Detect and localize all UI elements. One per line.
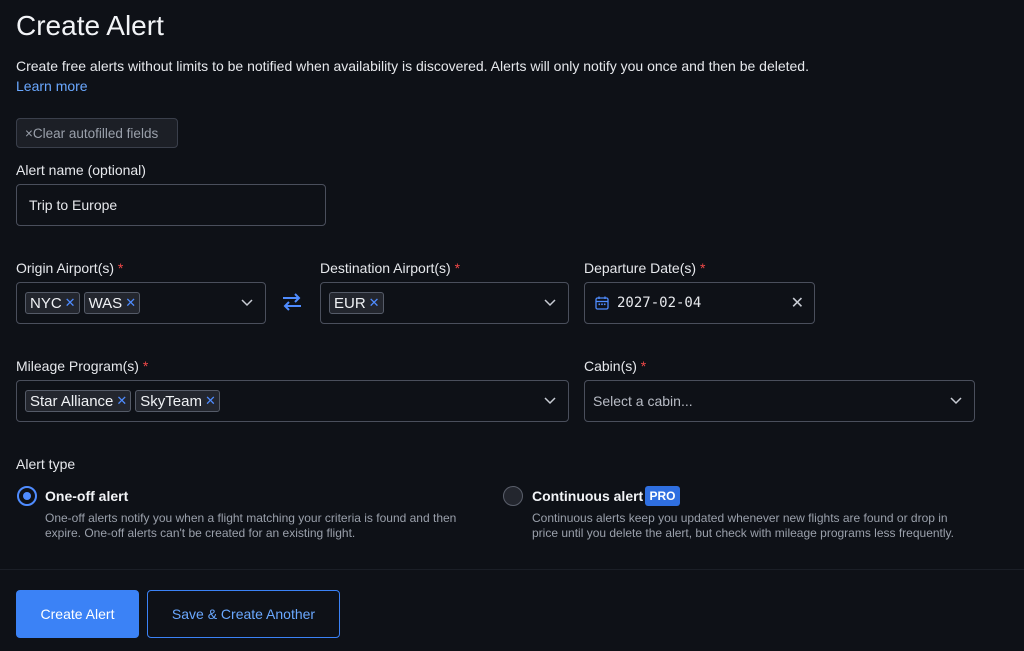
divider bbox=[0, 569, 1024, 570]
alert-name-input[interactable]: Trip to Europe bbox=[16, 184, 326, 226]
one-off-description: One-off alerts notify you when a flight … bbox=[45, 511, 457, 540]
required-marker: * bbox=[454, 260, 461, 276]
mileage-select[interactable]: Star Alliance ✕ SkyTeam ✕ bbox=[16, 380, 569, 422]
continuous-title[interactable]: Continuous alert bbox=[532, 488, 643, 504]
pro-badge: PRO bbox=[645, 486, 680, 506]
alert-type-label: Alert type bbox=[16, 456, 76, 472]
origin-select[interactable]: NYC ✕ WAS ✕ bbox=[16, 282, 266, 324]
create-alert-button[interactable]: Create Alert bbox=[16, 590, 139, 638]
remove-chip-icon[interactable]: ✕ bbox=[116, 393, 127, 409]
chevron-down-icon[interactable] bbox=[950, 395, 962, 407]
clear-date-icon[interactable]: ✕ bbox=[791, 293, 804, 313]
clear-autofilled-button[interactable]: ×Clear autofilled fields bbox=[16, 118, 178, 148]
clear-autofilled-label: ×Clear autofilled fields bbox=[25, 125, 159, 141]
swap-airports-icon[interactable] bbox=[280, 290, 304, 314]
chevron-down-icon[interactable] bbox=[544, 395, 556, 407]
destination-select[interactable]: EUR ✕ bbox=[320, 282, 569, 324]
destination-chip[interactable]: EUR ✕ bbox=[329, 292, 384, 314]
remove-chip-icon[interactable]: ✕ bbox=[369, 295, 380, 311]
required-marker: * bbox=[117, 260, 124, 276]
remove-chip-icon[interactable]: ✕ bbox=[205, 393, 216, 409]
cabin-label: Cabin(s) * bbox=[584, 358, 647, 374]
one-off-radio[interactable] bbox=[17, 486, 37, 506]
alert-name-value: Trip to Europe bbox=[29, 197, 118, 213]
mileage-label: Mileage Program(s) * bbox=[16, 358, 149, 374]
remove-chip-icon[interactable]: ✕ bbox=[125, 295, 136, 311]
alert-name-label: Alert name (optional) bbox=[16, 162, 146, 178]
page-description: Create free alerts without limits to be … bbox=[16, 58, 809, 74]
cabin-placeholder: Select a cabin... bbox=[593, 393, 693, 409]
origin-chip[interactable]: WAS ✕ bbox=[83, 292, 141, 314]
origin-chip[interactable]: NYC ✕ bbox=[25, 292, 80, 314]
mileage-chip[interactable]: Star Alliance ✕ bbox=[25, 390, 132, 412]
continuous-radio[interactable] bbox=[503, 486, 523, 506]
chevron-down-icon[interactable] bbox=[544, 297, 556, 309]
learn-more-link[interactable]: Learn more bbox=[16, 78, 88, 94]
page-title: Create Alert bbox=[16, 10, 164, 41]
departure-date-value: 2027-02-04 bbox=[617, 295, 702, 311]
destination-label: Destination Airport(s) * bbox=[320, 260, 461, 276]
required-marker: * bbox=[699, 260, 706, 276]
calendar-icon bbox=[595, 296, 609, 310]
one-off-title[interactable]: One-off alert bbox=[45, 488, 128, 504]
save-create-another-button[interactable]: Save & Create Another bbox=[147, 590, 340, 638]
remove-chip-icon[interactable]: ✕ bbox=[65, 295, 76, 311]
origin-label: Origin Airport(s) * bbox=[16, 260, 124, 276]
cabin-select[interactable]: Select a cabin... bbox=[584, 380, 975, 422]
required-marker: * bbox=[640, 358, 647, 374]
departure-label: Departure Date(s) * bbox=[584, 260, 706, 276]
required-marker: * bbox=[142, 358, 149, 374]
departure-date-input[interactable]: 2027-02-04 ✕ bbox=[584, 282, 815, 324]
chevron-down-icon[interactable] bbox=[241, 297, 253, 309]
continuous-description: Continuous alerts keep you updated whene… bbox=[532, 511, 954, 540]
mileage-chip[interactable]: SkyTeam ✕ bbox=[135, 390, 220, 412]
